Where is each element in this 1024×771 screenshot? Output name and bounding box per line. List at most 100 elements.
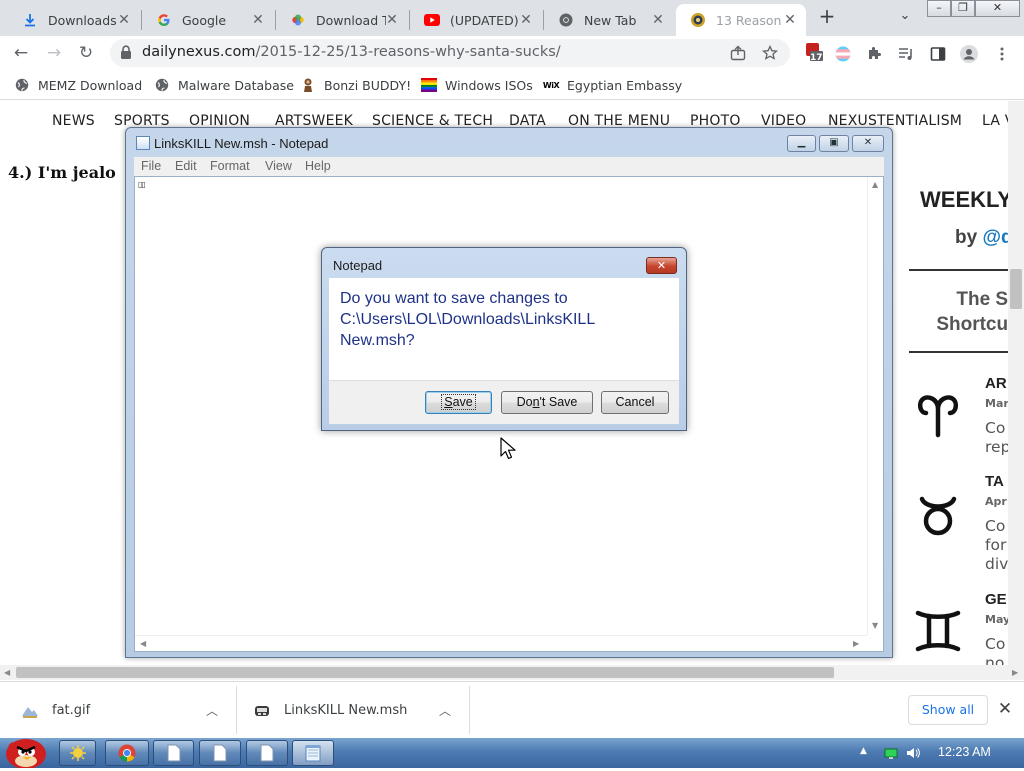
menu-help[interactable]: Help xyxy=(305,159,331,173)
side-panel-icon[interactable] xyxy=(928,44,948,64)
download-icon xyxy=(22,12,38,28)
weekly-horoscope-title: WEEKLY xyxy=(920,187,1013,212)
folder-sun-icon xyxy=(69,745,86,761)
notepad-horizontal-scrollbar[interactable]: ◀ ▶ xyxy=(135,635,867,651)
system-clock[interactable]: 12:23 AM xyxy=(938,745,991,759)
maximize-button[interactable]: ▣ xyxy=(819,135,849,152)
page-horizontal-scrollbar[interactable]: ◀ ▶ xyxy=(0,665,1024,680)
taskbar-document-2[interactable] xyxy=(199,740,241,766)
notepad-icon xyxy=(305,745,321,762)
tab-13-reasons[interactable]: 13 Reasons ✕ xyxy=(676,4,806,36)
profile-avatar-icon[interactable] xyxy=(959,44,979,64)
chevron-up-icon[interactable]: ︿ xyxy=(437,702,453,718)
new-tab-button[interactable]: + xyxy=(816,6,838,28)
tab-label: Download T xyxy=(316,12,386,28)
reload-button[interactable]: ↻ xyxy=(74,42,98,66)
taskbar-explorer[interactable] xyxy=(59,740,96,766)
tab-updated[interactable]: (UPDATED) ✕ xyxy=(410,4,542,36)
address-bar[interactable]: dailynexus.com/2015-12-25/13-reasons-why… xyxy=(110,39,790,67)
menu-view[interactable]: View xyxy=(265,159,292,173)
globe-icon xyxy=(154,77,170,93)
bookmark-malware-db[interactable]: Malware Database xyxy=(154,76,294,94)
chrome-icon xyxy=(118,744,136,762)
lock-icon[interactable] xyxy=(120,45,134,61)
dialog-button-row: Save Don't Save Cancel xyxy=(329,380,679,424)
menu-format[interactable]: Format xyxy=(210,159,250,173)
taskbar-notepad[interactable] xyxy=(292,740,334,766)
scroll-right-arrow-icon[interactable]: ▶ xyxy=(1012,668,1018,677)
extensions-puzzle-icon[interactable] xyxy=(864,44,884,64)
close-icon[interactable]: ✕ xyxy=(995,699,1015,719)
media-control-icon[interactable] xyxy=(896,44,916,64)
show-hidden-icons-icon[interactable]: ▲ xyxy=(860,746,874,760)
menu-kebab-icon[interactable] xyxy=(992,44,1012,64)
taskbar-chrome[interactable] xyxy=(105,740,149,766)
scroll-down-arrow-icon[interactable]: ▼ xyxy=(872,621,878,630)
scroll-up-arrow-icon[interactable]: ▲ xyxy=(872,180,878,189)
scroll-right-arrow-icon[interactable]: ▶ xyxy=(853,639,859,648)
back-button[interactable]: ← xyxy=(9,42,33,66)
download-item-linkskill[interactable]: LinksKILL New.msh xyxy=(252,682,407,739)
scroll-left-arrow-icon[interactable]: ◀ xyxy=(140,639,146,648)
close-button[interactable]: ✕ xyxy=(852,135,884,152)
cancel-button[interactable]: Cancel xyxy=(601,391,669,414)
menu-file[interactable]: File xyxy=(141,159,161,173)
chevron-up-icon[interactable]: ︿ xyxy=(204,702,220,718)
dont-save-button[interactable]: Don't Save xyxy=(501,391,593,414)
tab-strip: Downloads ✕ Google ✕ Download T ✕ (UPDAT… xyxy=(0,0,1024,36)
minimize-button[interactable]: ▁ xyxy=(787,135,816,152)
start-button[interactable] xyxy=(2,730,52,769)
close-icon[interactable]: ✕ xyxy=(782,12,798,28)
close-icon[interactable]: ✕ xyxy=(384,12,400,28)
maximize-button[interactable]: ❐ xyxy=(951,0,975,17)
download-filename: fat.gif xyxy=(52,703,91,718)
share-icon[interactable] xyxy=(728,43,748,63)
taskbar-document-3[interactable] xyxy=(246,740,288,766)
label-rest: ave xyxy=(452,395,473,409)
minimize-button[interactable]: – xyxy=(927,0,951,17)
url-host: dailynexus.com xyxy=(142,44,256,60)
network-icon[interactable] xyxy=(884,746,898,760)
tab-downloads[interactable]: Downloads ✕ xyxy=(8,4,140,36)
close-icon[interactable]: ✕ xyxy=(250,12,266,28)
bookmark-bonzi[interactable]: Bonzi BUDDY! xyxy=(300,76,411,94)
scrollbar-thumb[interactable] xyxy=(16,667,834,678)
show-all-button[interactable]: Show all xyxy=(908,695,988,725)
extension-badge: 17 xyxy=(810,53,823,63)
notepad-title: LinksKILL New.msh - Notepad xyxy=(154,136,329,151)
scroll-left-arrow-icon[interactable]: ◀ xyxy=(4,668,10,677)
dialog-body: Do you want to save changes to C:\Users\… xyxy=(329,278,679,380)
bookmark-star-icon[interactable] xyxy=(760,43,780,63)
forward-button[interactable]: → xyxy=(42,42,66,66)
volume-icon[interactable] xyxy=(906,746,920,760)
weekly-byline: by @d xyxy=(955,227,1013,249)
byline-by: by xyxy=(955,227,983,248)
tab-new-tab[interactable]: New Tab ✕ xyxy=(544,4,674,36)
close-button[interactable]: ✕ xyxy=(975,0,1020,17)
save-button-label: Save xyxy=(441,394,476,410)
pinwheel-icon xyxy=(290,12,306,28)
trans-flag-icon[interactable] xyxy=(833,44,853,64)
dialog-close-button[interactable]: ✕ xyxy=(646,257,677,274)
taskbar-document-1[interactable] xyxy=(153,740,194,766)
tab-search-icon[interactable]: ⌄ xyxy=(895,8,915,26)
bookmark-egyptian-embassy[interactable]: WiX Egyptian Embassy xyxy=(543,76,682,94)
notepad-vertical-scrollbar[interactable]: ▲ ▼ xyxy=(867,177,883,635)
close-icon[interactable]: ✕ xyxy=(116,12,132,28)
tab-download-t[interactable]: Download T ✕ xyxy=(276,4,408,36)
menu-edit[interactable]: Edit xyxy=(175,159,197,173)
page-vertical-scrollbar[interactable] xyxy=(1008,101,1024,665)
bookmark-windows-isos[interactable]: Windows ISOs xyxy=(421,76,533,94)
close-icon[interactable]: ✕ xyxy=(518,12,534,28)
scrollbar-thumb[interactable] xyxy=(1010,269,1022,309)
tab-google[interactable]: Google ✕ xyxy=(142,4,274,36)
nav-news[interactable]: NEWS xyxy=(52,113,95,129)
save-button[interactable]: Save xyxy=(425,391,492,414)
browser-toolbar: ← → ↻ dailynexus.com/2015-12-25/13-reaso… xyxy=(0,36,1024,70)
divider xyxy=(909,351,1019,353)
bookmark-memz[interactable]: MEMZ Download xyxy=(14,76,142,94)
url-path: /2015-12-25/13-reasons-why-santa-sucks/ xyxy=(255,44,561,60)
dialog-title: Notepad xyxy=(333,258,383,273)
download-filename: LinksKILL New.msh xyxy=(284,703,408,718)
close-icon[interactable]: ✕ xyxy=(650,12,666,28)
